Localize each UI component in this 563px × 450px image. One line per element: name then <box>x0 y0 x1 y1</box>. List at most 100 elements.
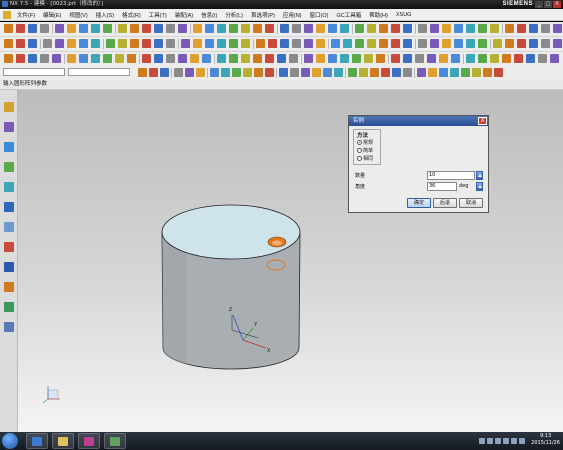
toolbar-tool-icon[interactable] <box>529 39 538 48</box>
dialog-title-bar[interactable]: 实例 X <box>349 116 488 126</box>
toolbar-tool-icon[interactable] <box>439 68 448 77</box>
toolbar-tool-icon[interactable] <box>40 24 49 33</box>
toolbar-tool-icon[interactable] <box>79 54 88 63</box>
toolbar-tool-icon[interactable] <box>316 24 325 33</box>
cylinder-top-face[interactable] <box>161 204 301 260</box>
toolbar-tool-icon[interactable] <box>185 68 194 77</box>
toolbar-tool-icon[interactable] <box>142 24 151 33</box>
toolbar-tool-icon[interactable] <box>502 54 511 63</box>
toolbar-tool-icon[interactable] <box>289 54 298 63</box>
toolbar-tool-icon[interactable] <box>79 39 88 48</box>
toolbar-tool-icon[interactable] <box>43 39 52 48</box>
toolbar-tool-icon[interactable] <box>241 24 250 33</box>
toolbar-tool-icon[interactable] <box>427 54 436 63</box>
toolbar-tool-icon[interactable] <box>538 54 547 63</box>
toolbar-tool-icon[interactable] <box>505 39 514 48</box>
toolbar-tool-icon[interactable] <box>254 68 263 77</box>
toolbar-tool-icon[interactable] <box>160 68 169 77</box>
menu-file[interactable]: 文件(F) <box>13 11 39 19</box>
toolbar-tool-icon[interactable] <box>367 24 376 33</box>
toolbar-tool-icon[interactable] <box>130 39 139 48</box>
toolbar-tool-icon[interactable] <box>241 39 250 48</box>
toolbar-tool-icon[interactable] <box>304 39 313 48</box>
toolbar-tool-icon[interactable] <box>205 39 214 48</box>
toolbar-tool-icon[interactable] <box>28 39 37 48</box>
toolbar-tool-icon[interactable] <box>454 24 463 33</box>
toolbar-tool-icon[interactable] <box>280 24 289 33</box>
toolbar-tool-icon[interactable] <box>181 39 190 48</box>
menu-xsug[interactable]: XSUG <box>392 12 416 18</box>
toolbar-tool-icon[interactable] <box>514 54 523 63</box>
network-icon[interactable] <box>519 438 525 444</box>
menu-analysis[interactable]: 分析(L) <box>221 11 247 19</box>
toolbar-tool-icon[interactable] <box>550 54 559 63</box>
toolbar-tool-icon[interactable] <box>331 39 340 48</box>
toolbar-tool-icon[interactable] <box>483 68 492 77</box>
dialog-close-button[interactable]: X <box>478 117 487 125</box>
menu-edit[interactable]: 编辑(E) <box>39 11 65 19</box>
menu-insert[interactable]: 插入(S) <box>92 11 118 19</box>
toolbar-tool-icon[interactable] <box>451 54 460 63</box>
toolbar-tool-icon[interactable] <box>430 39 439 48</box>
toolbar-tool-icon[interactable] <box>256 39 265 48</box>
toolbar-tool-icon[interactable] <box>16 39 25 48</box>
toolbar-tool-icon[interactable] <box>381 68 390 77</box>
toolbar-tool-icon[interactable] <box>553 24 562 33</box>
toolbar-tool-icon[interactable] <box>478 39 487 48</box>
toolbar-tool-icon[interactable] <box>403 24 412 33</box>
count-spinner[interactable] <box>476 171 483 180</box>
toolbar-tool-icon[interactable] <box>166 39 175 48</box>
taskbar-app-nx[interactable] <box>78 433 100 449</box>
windows-start-button[interactable] <box>2 433 18 449</box>
toolbar-tool-icon[interactable] <box>439 54 448 63</box>
toolbar-tool-icon[interactable] <box>418 24 427 33</box>
toolbar-tool-icon[interactable] <box>403 39 412 48</box>
toolbar-tool-icon[interactable] <box>142 54 151 63</box>
toolbar-tool-icon[interactable] <box>290 68 299 77</box>
toolbar-tool-icon[interactable] <box>340 24 349 33</box>
toolbar-tool-icon[interactable] <box>229 39 238 48</box>
toolbar-tool-icon[interactable] <box>142 39 151 48</box>
resource-bar-tab-icon[interactable] <box>4 182 14 192</box>
toolbar-tool-icon[interactable] <box>154 24 163 33</box>
toolbar-tool-icon[interactable] <box>526 54 535 63</box>
toolbar-tool-icon[interactable] <box>517 39 526 48</box>
toolbar-tool-icon[interactable] <box>221 68 230 77</box>
toolbar-tool-icon[interactable] <box>55 39 64 48</box>
toolbar-tool-icon[interactable] <box>280 39 289 48</box>
toolbar-tool-icon[interactable] <box>265 24 274 33</box>
toolbar-tool-icon[interactable] <box>149 68 158 77</box>
start-menu-icon[interactable] <box>3 10 11 19</box>
toolbar-tool-icon[interactable] <box>418 39 427 48</box>
toolbar-tool-icon[interactable] <box>379 24 388 33</box>
toolbar-tool-icon[interactable] <box>367 39 376 48</box>
toolbar-tool-icon[interactable] <box>334 68 343 77</box>
menu-application[interactable]: 应用(N) <box>279 11 306 19</box>
tray-icon[interactable] <box>479 438 485 444</box>
toolbar-tool-icon[interactable] <box>178 24 187 33</box>
toolbar-tool-icon[interactable] <box>541 24 550 33</box>
toolbar-tool-icon[interactable] <box>312 68 321 77</box>
toolbar-tool-icon[interactable] <box>4 39 13 48</box>
tray-icon[interactable] <box>495 438 501 444</box>
menu-window[interactable]: 窗口(O) <box>306 11 333 19</box>
toolbar-tool-icon[interactable] <box>130 24 139 33</box>
menu-format[interactable]: 格式(R) <box>118 11 145 19</box>
toolbar-tool-icon[interactable] <box>490 24 499 33</box>
toolbar-tool-icon[interactable] <box>494 68 503 77</box>
toolbar-tool-icon[interactable] <box>277 54 286 63</box>
toolbar-tool-icon[interactable] <box>265 68 274 77</box>
toolbar-tool-icon[interactable] <box>292 24 301 33</box>
maximize-button[interactable]: □ <box>544 1 552 8</box>
toolbar-tool-icon[interactable] <box>202 54 211 63</box>
resource-bar-tab-icon[interactable] <box>4 222 14 232</box>
toolbar-tool-icon[interactable] <box>91 54 100 63</box>
toolbar-tool-icon[interactable] <box>127 54 136 63</box>
toolbar-tool-icon[interactable] <box>379 39 388 48</box>
toolbar-tool-icon[interactable] <box>304 54 313 63</box>
toolbar-tool-icon[interactable] <box>352 54 361 63</box>
minimize-button[interactable]: _ <box>535 1 543 8</box>
close-button[interactable]: X <box>553 1 561 8</box>
toolbar-tool-icon[interactable] <box>210 68 219 77</box>
toolbar-tool-icon[interactable] <box>505 24 514 33</box>
